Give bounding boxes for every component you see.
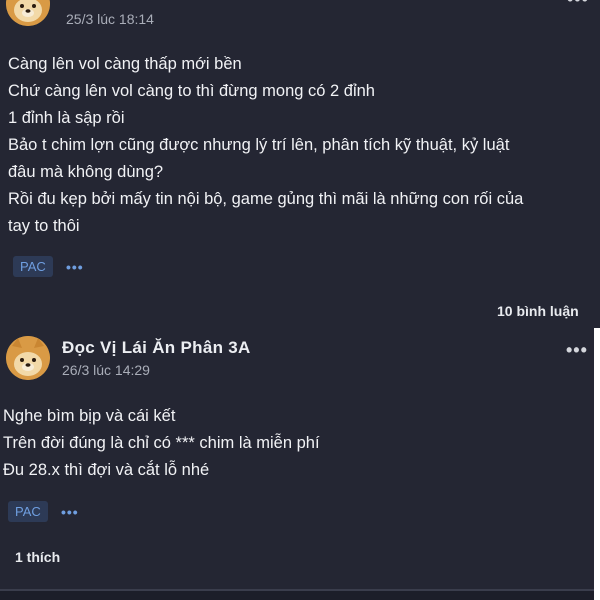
post-card-top: 25/3 lúc 18:14 ••• Càng lên vol càng thấ… — [0, 0, 600, 328]
post-line: Rồi đu kẹp bởi mấy tin nội bộ, game gủng… — [8, 190, 524, 208]
background-gap — [594, 328, 600, 600]
card-footer-edge — [0, 591, 594, 600]
post-line: Bảo t chim lợn cũng được nhưng lý trí lê… — [8, 136, 510, 154]
post-body: Càng lên vol càng thấp mới bền Chứ càng … — [8, 51, 523, 240]
post-card-bottom: Đọc Vị Lái Ăn Phân 3A 26/3 lúc 14:29 •••… — [0, 328, 594, 600]
post-line: Nghe bìm bịp và cái kết — [3, 407, 176, 425]
post-timestamp[interactable]: 26/3 lúc 14:29 — [62, 362, 150, 378]
post-options-button[interactable]: ••• — [566, 341, 588, 359]
screenshot-root: 25/3 lúc 18:14 ••• Càng lên vol càng thấ… — [0, 0, 600, 600]
post-line: Chứ càng lên vol càng to thì đừng mong c… — [8, 82, 375, 100]
post-body: Nghe bìm bịp và cái kết Trên đời đúng là… — [3, 403, 320, 484]
more-dots-icon: ••• — [567, 0, 589, 9]
likes-count[interactable]: 1 thích — [15, 549, 60, 565]
post-line: tay to thôi — [8, 217, 80, 235]
post-options-button[interactable]: ••• — [567, 0, 589, 8]
shiba-doge-avatar-icon — [6, 336, 50, 380]
ticker-tag[interactable]: PAC — [13, 256, 53, 277]
tag-more-button[interactable]: ••• — [66, 259, 84, 275]
post-line: đâu mà không dùng? — [8, 163, 164, 181]
author-avatar[interactable] — [6, 336, 50, 380]
post-timestamp[interactable]: 25/3 lúc 18:14 — [66, 11, 154, 27]
post-line: Trên đời đúng là chỉ có *** chim là miễn… — [3, 434, 320, 452]
post-line: 1 đỉnh là sập rồi — [8, 109, 125, 127]
post-line: Đu 28.x thì đợi và cắt lỗ nhé — [3, 461, 210, 479]
ticker-tag[interactable]: PAC — [8, 501, 48, 522]
tag-more-button[interactable]: ••• — [61, 504, 79, 520]
more-dots-icon: ••• — [566, 340, 588, 360]
shiba-doge-avatar-icon — [6, 0, 50, 26]
comments-count[interactable]: 10 bình luận — [497, 303, 579, 319]
author-avatar[interactable] — [6, 0, 50, 26]
author-name[interactable]: Đọc Vị Lái Ăn Phân 3A — [62, 338, 251, 358]
post-line: Càng lên vol càng thấp mới bền — [8, 55, 242, 73]
